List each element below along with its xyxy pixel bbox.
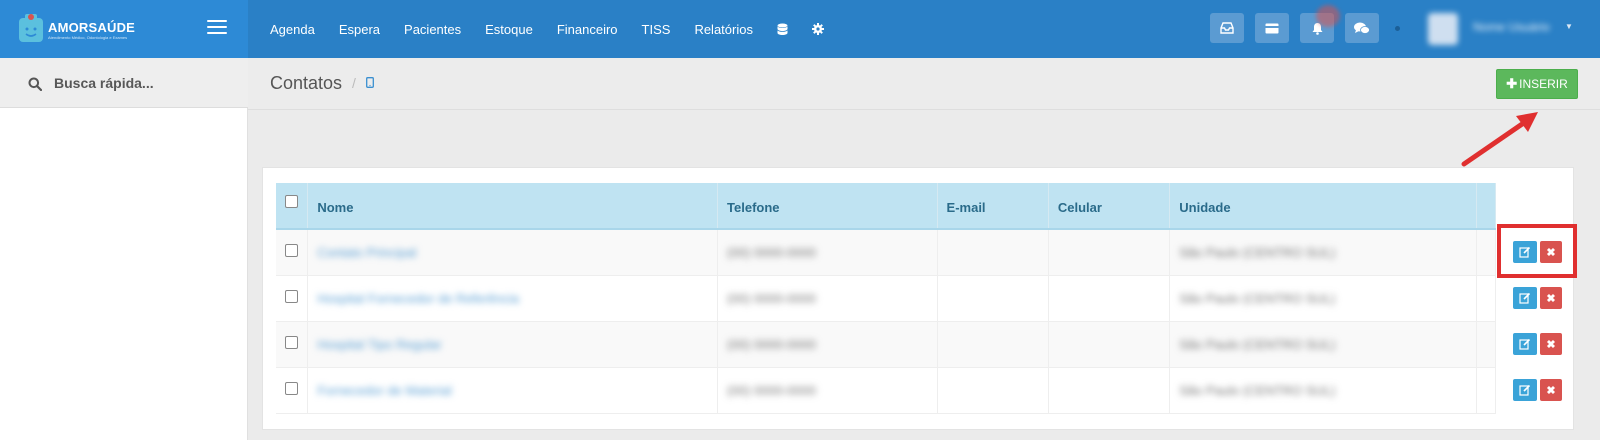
- cell-nome[interactable]: Contato Principal: [307, 229, 719, 276]
- page-header: Contatos / ✚ INSERIR: [248, 58, 1600, 110]
- cell-unidade: São Paulo (CENTRO SUL): [1169, 229, 1477, 276]
- status-dot: [1395, 26, 1400, 31]
- table-row: Hospital Fornecedor de Referência (00) 0…: [276, 275, 1571, 322]
- delete-button[interactable]: ✖: [1539, 287, 1562, 309]
- quick-search-input[interactable]: [54, 71, 234, 95]
- mobile-icon: [366, 77, 374, 88]
- edit-icon: [1519, 384, 1531, 396]
- cell-nome[interactable]: Hospital Tipo Regular: [307, 321, 719, 368]
- column-header-nome[interactable]: Nome: [307, 183, 719, 230]
- nav-item-estoque[interactable]: Estoque: [485, 22, 533, 37]
- edit-button[interactable]: [1512, 287, 1537, 309]
- column-header-unidade[interactable]: Unidade: [1169, 183, 1477, 230]
- column-header-actions: [1494, 183, 1571, 229]
- cell-nome[interactable]: Fornecedor de Material: [307, 367, 719, 414]
- select-all-checkbox[interactable]: [285, 195, 299, 208]
- breadcrumb-separator: /: [352, 75, 356, 91]
- cell-email: [937, 275, 1049, 322]
- chevron-down-icon[interactable]: ▼: [1565, 22, 1573, 31]
- insert-button-label: INSERIR: [1519, 77, 1568, 91]
- sidebar: [0, 108, 248, 440]
- cell-celular: [1048, 367, 1171, 414]
- cell-email: [937, 367, 1049, 414]
- table-header-row: Nome Telefone E-mail Celular Unidade: [276, 183, 1571, 230]
- select-all-cell: [276, 183, 309, 230]
- menu-toggle-icon[interactable]: [207, 20, 227, 36]
- nav-item-relatorios[interactable]: Relatórios: [694, 22, 753, 37]
- row-checkbox[interactable]: [285, 244, 299, 258]
- close-icon: ✖: [1546, 384, 1556, 397]
- cell-unidade: São Paulo (CENTRO SUL): [1169, 275, 1477, 322]
- table-row: Hospital Tipo Regular (00) 0000-0000 São…: [276, 321, 1571, 368]
- notification-badge: [1316, 5, 1340, 27]
- cell-telefone: (00) 0000-0000: [717, 367, 938, 414]
- column-header-spacer: [1476, 183, 1496, 230]
- chat-icon[interactable]: [1345, 13, 1379, 43]
- cell-celular: [1048, 321, 1171, 368]
- database-icon[interactable]: [777, 23, 788, 36]
- cell-email: [937, 321, 1049, 368]
- cell-telefone: (00) 0000-0000: [717, 275, 938, 322]
- contacts-table: Nome Telefone E-mail Celular Unidade Con…: [276, 183, 1571, 414]
- column-header-celular[interactable]: Celular: [1048, 183, 1171, 230]
- column-header-email[interactable]: E-mail: [937, 183, 1049, 230]
- annotation-highlight-box: [1497, 224, 1577, 278]
- brand-area: AMORSAÚDE Atendimento Médico, Odontologi…: [0, 0, 248, 58]
- row-checkbox[interactable]: [285, 382, 299, 395]
- nav-item-espera[interactable]: Espera: [339, 22, 380, 37]
- nav-item-pacientes[interactable]: Pacientes: [404, 22, 461, 37]
- cell-telefone: (00) 0000-0000: [717, 321, 938, 368]
- row-checkbox[interactable]: [285, 290, 299, 303]
- column-header-telefone[interactable]: Telefone: [717, 183, 938, 230]
- delete-button[interactable]: ✖: [1539, 333, 1562, 355]
- table-row: Fornecedor de Material (00) 0000-0000 Sã…: [276, 367, 1571, 414]
- edit-icon: [1519, 292, 1531, 304]
- main-nav: Agenda Espera Pacientes Estoque Financei…: [270, 0, 848, 58]
- edit-icon: [1519, 338, 1531, 350]
- insert-button[interactable]: ✚ INSERIR: [1496, 69, 1578, 99]
- brand-name: AMORSAÚDE: [48, 20, 136, 35]
- gear-icon[interactable]: [811, 23, 824, 35]
- cell-celular: [1048, 275, 1171, 322]
- nav-item-tiss[interactable]: TISS: [642, 22, 671, 37]
- top-navbar: AMORSAÚDE Atendimento Médico, Odontologi…: [0, 0, 1600, 58]
- username[interactable]: Nome Usuário: [1473, 20, 1550, 34]
- avatar[interactable]: [1428, 13, 1458, 45]
- cell-unidade: São Paulo (CENTRO SUL): [1169, 321, 1477, 368]
- brand-tagline: Atendimento Médico, Odontologia e Exames: [48, 35, 128, 40]
- cell-unidade: São Paulo (CENTRO SUL): [1169, 367, 1477, 414]
- edit-button[interactable]: [1512, 333, 1537, 355]
- plus-icon: ✚: [1506, 76, 1518, 91]
- nav-item-agenda[interactable]: Agenda: [270, 22, 315, 37]
- close-icon: ✖: [1546, 292, 1556, 305]
- annotation-arrow-icon: [1461, 112, 1538, 167]
- close-icon: ✖: [1546, 338, 1556, 351]
- quick-search-bar: [0, 58, 248, 108]
- brand-logo-icon: [19, 14, 43, 42]
- cell-nome[interactable]: Hospital Fornecedor de Referência: [307, 275, 719, 322]
- cell-email: [937, 229, 1049, 276]
- edit-button[interactable]: [1512, 379, 1537, 401]
- row-checkbox[interactable]: [285, 336, 299, 349]
- cell-celular: [1048, 229, 1171, 276]
- table-row: Contato Principal (00) 0000-0000 São Pau…: [276, 229, 1571, 276]
- card-icon[interactable]: [1255, 13, 1289, 43]
- cell-telefone: (00) 0000-0000: [717, 229, 938, 276]
- search-icon: [28, 77, 42, 91]
- delete-button[interactable]: ✖: [1539, 379, 1562, 401]
- page-title: Contatos: [270, 73, 343, 93]
- nav-item-financeiro[interactable]: Financeiro: [557, 22, 618, 37]
- inbox-icon[interactable]: [1210, 13, 1244, 43]
